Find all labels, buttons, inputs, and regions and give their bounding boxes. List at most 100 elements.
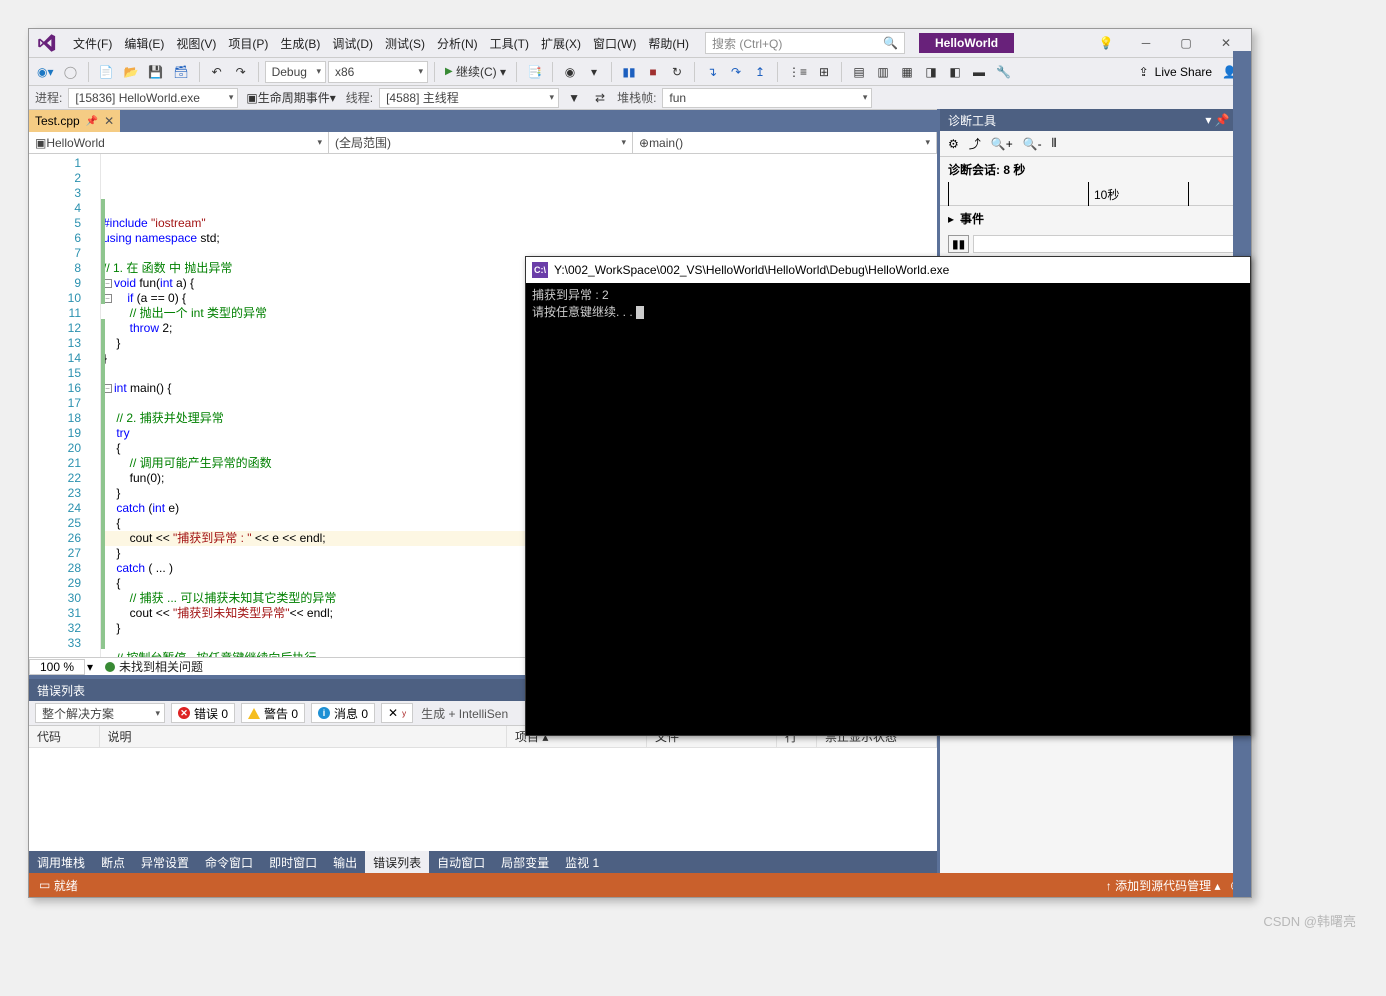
search-icon: 🔍 <box>883 36 898 50</box>
debug-toolbar: 进程: [15836] HelloWorld.exe ▣ 生命周期事件 ▾ 线程… <box>29 85 1251 109</box>
lifecycle-button[interactable]: ▣ 生命周期事件 ▾ <box>242 87 339 109</box>
console-title-text: Y:\002_WorkSpace\002_VS\HelloWorld\Hello… <box>554 263 949 277</box>
menu-item[interactable]: 调试(D) <box>326 33 379 55</box>
menu-item[interactable]: 视图(V) <box>170 33 222 55</box>
nav-scope-combo[interactable]: (全局范围) <box>329 132 633 153</box>
restart-debug-button[interactable]: ↻ <box>666 61 688 83</box>
tool-btn-c[interactable]: ▤ <box>848 61 870 83</box>
live-share-button[interactable]: Live Share <box>1155 65 1212 79</box>
bottom-tab[interactable]: 异常设置 <box>133 851 197 873</box>
stop-debug-button[interactable]: ■ <box>642 61 664 83</box>
tool-btn-e[interactable]: ▦ <box>896 61 918 83</box>
save-button[interactable]: 💾 <box>144 61 167 83</box>
bottom-tab[interactable]: 监视 1 <box>557 851 607 873</box>
gear-icon[interactable]: ⚙ <box>948 137 959 151</box>
menu-item[interactable]: 窗口(W) <box>587 33 642 55</box>
menu-item[interactable]: 文件(F) <box>67 33 118 55</box>
tool-btn-h[interactable]: ▬ <box>968 61 990 83</box>
bottom-tab[interactable]: 调用堆栈 <box>29 851 93 873</box>
file-tab[interactable]: Test.cpp 📌 ✕ <box>29 110 120 132</box>
menu-item[interactable]: 生成(B) <box>274 33 326 55</box>
undo-button[interactable]: ↶ <box>206 61 228 83</box>
code-filter[interactable]: ✕y <box>381 703 413 723</box>
step-out-button[interactable]: ↥ <box>749 61 771 83</box>
save-all-button[interactable]: 🗃 <box>169 61 192 83</box>
nav-back-button[interactable]: ◉▾ <box>33 61 58 83</box>
step-into-button[interactable]: ↴ <box>701 61 723 83</box>
messages-filter[interactable]: i消息 0 <box>311 703 375 723</box>
thread-combo[interactable]: [4588] 主线程 <box>379 88 559 108</box>
tool-btn-f[interactable]: ◨ <box>920 61 942 83</box>
open-button[interactable]: 📂 <box>119 61 142 83</box>
close-tab-icon[interactable]: ✕ <box>104 114 114 128</box>
tool-btn-a[interactable]: ⋮≡ <box>784 61 811 83</box>
tool-btn-d[interactable]: ▥ <box>872 61 894 83</box>
menu-item[interactable]: 编辑(E) <box>118 33 170 55</box>
tool-btn-1[interactable]: 📑 <box>523 61 546 83</box>
warnings-filter[interactable]: 警告 0 <box>241 703 305 723</box>
minimize-button[interactable]: ─ <box>1129 32 1163 54</box>
tool-btn-3[interactable]: ▾ <box>583 61 605 83</box>
pause-events-icon[interactable]: ▮▮ <box>948 235 969 253</box>
process-combo[interactable]: [15836] HelloWorld.exe <box>68 88 238 108</box>
bottom-tab[interactable]: 错误列表 <box>365 851 429 873</box>
menu-item[interactable]: 扩展(X) <box>535 33 587 55</box>
step-over-button[interactable]: ↷ <box>725 61 747 83</box>
thread-btn-1[interactable]: ▼ <box>563 87 585 109</box>
pin-icon[interactable]: 📌 <box>86 116 98 127</box>
console-icon: C:\ <box>532 262 548 278</box>
status-ready: 就绪 <box>54 877 78 894</box>
console-titlebar[interactable]: C:\ Y:\002_WorkSpace\002_VS\HelloWorld\H… <box>526 257 1250 283</box>
bottom-tab[interactable]: 局部变量 <box>493 851 557 873</box>
nav-project-combo[interactable]: ▣ HelloWorld <box>29 132 329 153</box>
diag-tool-2[interactable]: ⤴ <box>969 135 981 152</box>
nav-fwd-button[interactable]: ◯ <box>60 61 82 83</box>
bottom-tab[interactable]: 断点 <box>93 851 133 873</box>
tool-btn-i[interactable]: 🔧 <box>992 61 1015 83</box>
bottom-tab[interactable]: 自动窗口 <box>429 851 493 873</box>
bottom-tab[interactable]: 即时窗口 <box>261 851 325 873</box>
nav-func-combo[interactable]: ⊕ main() <box>633 132 937 153</box>
tool-btn-b[interactable]: ⊞ <box>813 61 835 83</box>
issue-indicator[interactable]: 未找到相关问题 <box>105 658 203 675</box>
vs-logo-icon <box>37 33 57 53</box>
file-tab-label: Test.cpp <box>35 114 80 128</box>
notifications-icon[interactable]: 💡 <box>1089 32 1123 54</box>
continue-button[interactable]: ▶ 继续(C) ▾ <box>441 61 510 83</box>
redo-button[interactable]: ↷ <box>230 61 252 83</box>
quick-search-input[interactable]: 搜索 (Ctrl+Q)🔍 <box>705 32 905 54</box>
new-item-button[interactable]: 📄 <box>95 61 118 83</box>
zoom-combo[interactable]: 100 % <box>29 659 85 675</box>
error-scope-combo[interactable]: 整个解决方案 <box>35 703 165 723</box>
maximize-button[interactable]: ▢ <box>1169 32 1203 54</box>
diag-timeline[interactable]: 10秒 <box>940 182 1251 206</box>
tool-btn-g[interactable]: ◧ <box>944 61 966 83</box>
platform-combo[interactable]: x86 <box>328 61 428 83</box>
diag-tool-5[interactable]: ⫴ <box>1052 136 1057 151</box>
thread-btn-2[interactable]: ⇄ <box>589 87 611 109</box>
stackframe-combo[interactable]: fun <box>662 88 872 108</box>
menu-item[interactable]: 帮助(H) <box>642 33 695 55</box>
errors-filter[interactable]: ✕错误 0 <box>171 703 235 723</box>
pause-debug-button[interactable]: ▮▮ <box>618 61 640 83</box>
zoom-out-icon[interactable]: 🔍- <box>1023 137 1042 151</box>
status-ready-icon: ▭ <box>39 878 50 892</box>
error-grid[interactable]: 代码说明项目 ▴文件行禁止显示状态 <box>29 725 937 851</box>
diag-session: 诊断会话: 8 秒 <box>940 157 1251 182</box>
source-control-button[interactable]: ↑ 添加到源代码管理 ▴ <box>1106 877 1221 894</box>
console-output: 捕获到异常 : 2 请按任意键继续. . . <box>526 283 1250 735</box>
events-track <box>973 235 1243 253</box>
tool-btn-2[interactable]: ◉ <box>559 61 581 83</box>
zoom-in-icon[interactable]: 🔍+ <box>991 137 1013 151</box>
config-combo[interactable]: Debug <box>265 61 326 83</box>
menu-item[interactable]: 项目(P) <box>222 33 274 55</box>
menu-item[interactable]: 测试(S) <box>379 33 431 55</box>
diag-events-row[interactable]: ▸事件 <box>940 206 1251 231</box>
bottom-tab[interactable]: 命令窗口 <box>197 851 261 873</box>
thread-label: 线程: <box>344 89 375 106</box>
build-filter[interactable]: 生成 + IntelliSen <box>419 705 510 722</box>
menu-item[interactable]: 工具(T) <box>484 33 535 55</box>
bottom-tab[interactable]: 输出 <box>325 851 365 873</box>
menu-item[interactable]: 分析(N) <box>431 33 484 55</box>
diag-title: 诊断工具 ▾ 📌 ✕ <box>940 109 1251 131</box>
